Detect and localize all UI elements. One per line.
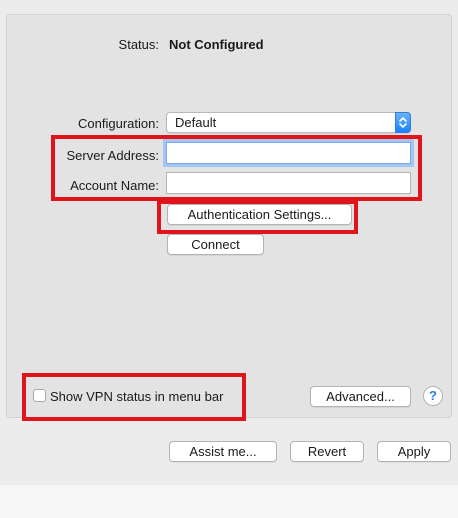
account-name-field[interactable] bbox=[166, 172, 411, 194]
configuration-label: Configuration: bbox=[78, 116, 159, 131]
connect-button[interactable]: Connect bbox=[167, 234, 264, 255]
advanced-button[interactable]: Advanced... bbox=[310, 386, 411, 407]
show-vpn-status-checkbox[interactable] bbox=[33, 389, 46, 402]
server-address-field[interactable] bbox=[166, 142, 411, 164]
account-name-label: Account Name: bbox=[70, 178, 159, 193]
status-value: Not Configured bbox=[169, 37, 264, 52]
apply-button[interactable]: Apply bbox=[377, 441, 451, 462]
configuration-popup[interactable]: Default bbox=[166, 112, 411, 133]
account-name-input[interactable] bbox=[167, 173, 410, 193]
authentication-settings-button[interactable]: Authentication Settings... bbox=[167, 204, 352, 225]
window-bottom-strip bbox=[0, 485, 458, 518]
configuration-selected: Default bbox=[175, 115, 217, 130]
server-address-label: Server Address: bbox=[66, 148, 160, 163]
help-icon[interactable]: ? bbox=[423, 386, 443, 406]
server-address-input[interactable] bbox=[167, 143, 410, 163]
vpn-preferences-window: Status: Not Configured Configuration: De… bbox=[0, 0, 458, 485]
show-vpn-status-label[interactable]: Show VPN status in menu bar bbox=[50, 389, 223, 404]
status-label: Status: bbox=[118, 37, 159, 52]
popup-stepper-icon bbox=[395, 112, 411, 133]
revert-button[interactable]: Revert bbox=[290, 441, 364, 462]
assist-me-button[interactable]: Assist me... bbox=[169, 441, 277, 462]
